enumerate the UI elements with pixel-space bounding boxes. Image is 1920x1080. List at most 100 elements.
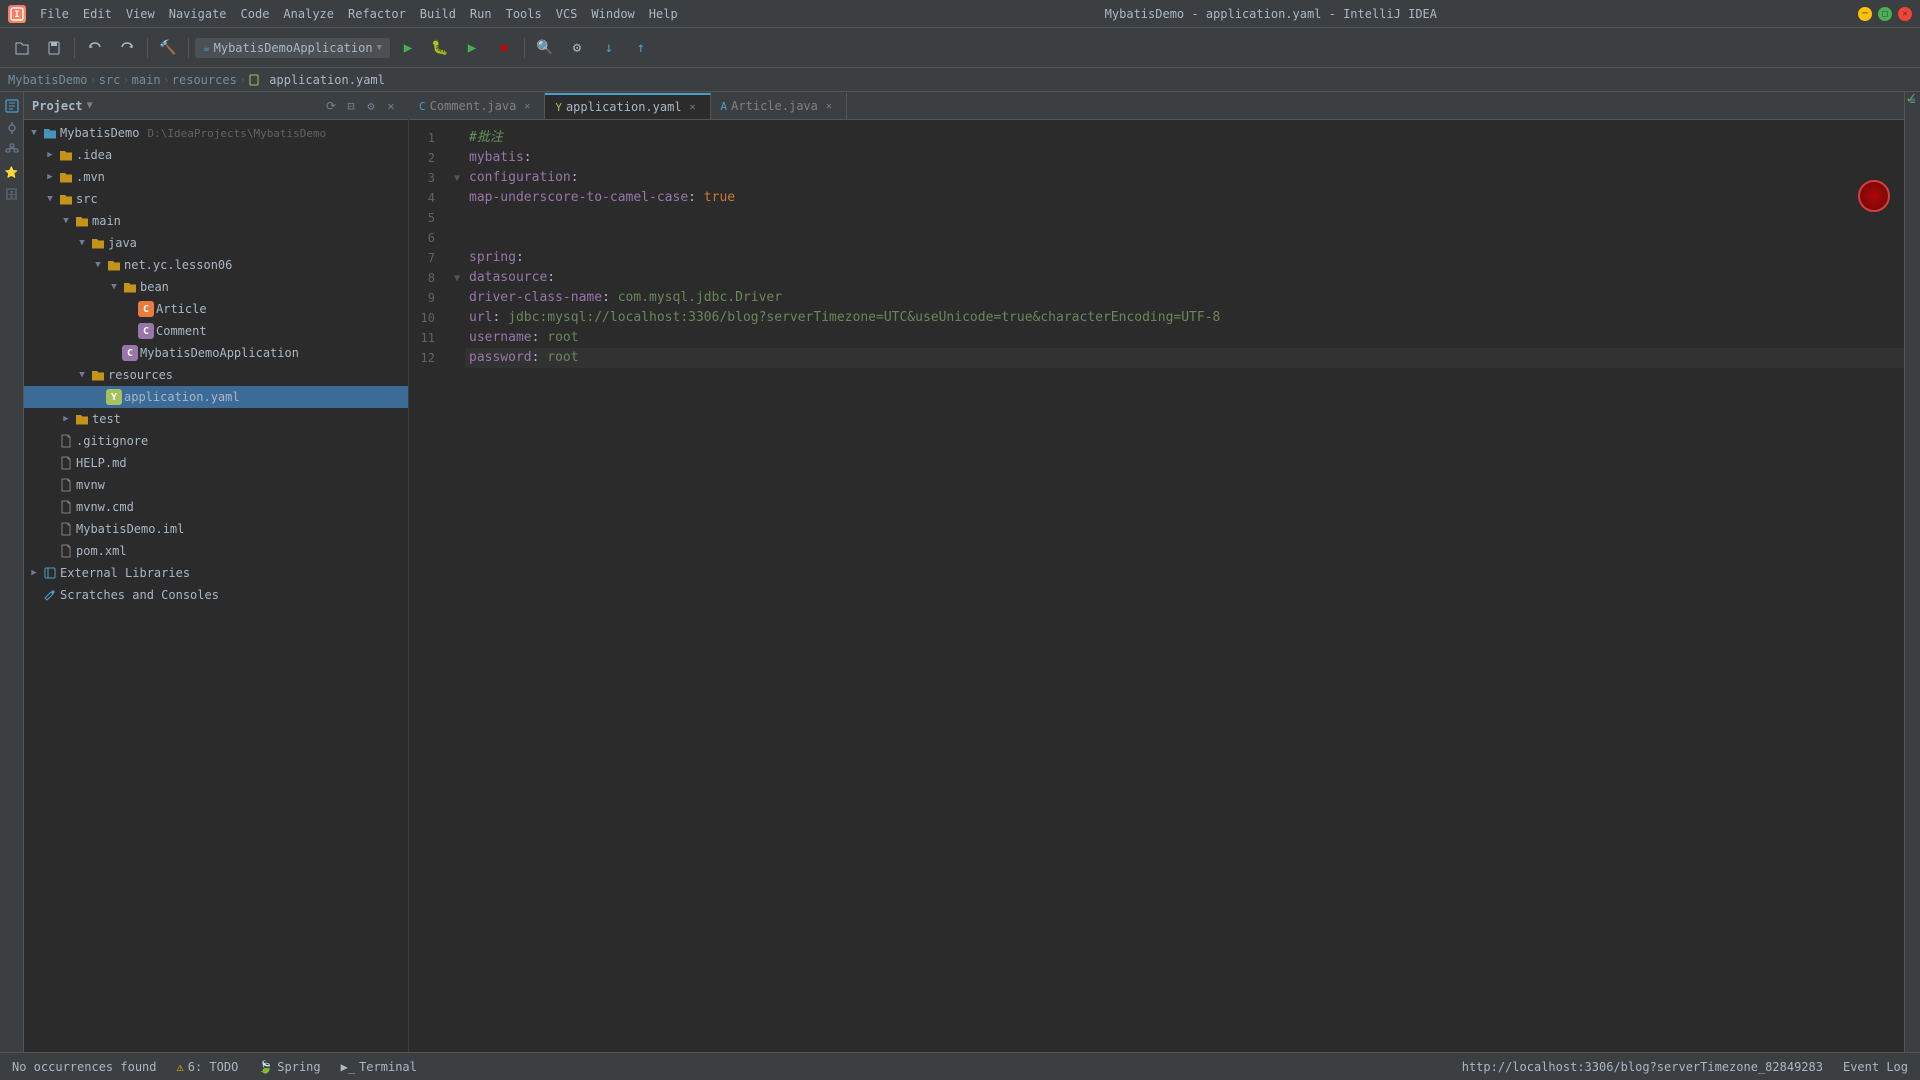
tree-item[interactable]: Scratches and Consoles [24, 584, 408, 606]
breadcrumb-main[interactable]: main [132, 73, 161, 87]
menu-edit[interactable]: Edit [77, 5, 118, 23]
todo-button[interactable]: ⚠ 6: TODO [173, 1060, 243, 1074]
vcs-push-button[interactable]: ↑ [627, 34, 655, 62]
breadcrumb-src[interactable]: src [99, 73, 121, 87]
breadcrumb-file[interactable]: application.yaml [248, 73, 385, 87]
tree-arrow: ▼ [108, 281, 120, 293]
tree-arrow: ▼ [92, 259, 104, 271]
tree-item[interactable]: ▼bean [24, 276, 408, 298]
menu-help[interactable]: Help [643, 5, 684, 23]
code-line[interactable]: driver-class-name: com.mysql.jdbc.Driver [465, 288, 1904, 308]
minimize-button[interactable]: ─ [1858, 7, 1872, 21]
sync-files-button[interactable]: ⟳ [322, 97, 340, 115]
project-tool-icon[interactable] [2, 96, 22, 116]
menu-tools[interactable]: Tools [500, 5, 548, 23]
tree-item[interactable]: HELP.md [24, 452, 408, 474]
spring-button[interactable]: 🍃 Spring [254, 1060, 324, 1074]
tab-article-java[interactable]: A Article.java ✕ [711, 93, 847, 119]
file-encoding[interactable]: http://localhost:3306/blog?serverTimezon… [1458, 1060, 1827, 1074]
menu-refactor[interactable]: Refactor [342, 5, 412, 23]
debug-button[interactable]: 🐛 [426, 34, 454, 62]
code-line[interactable] [465, 208, 1904, 228]
undo-button[interactable] [81, 34, 109, 62]
code-line[interactable] [465, 228, 1904, 248]
search-everywhere-button[interactable]: 🔍 [531, 34, 559, 62]
menu-build[interactable]: Build [414, 5, 462, 23]
tree-item[interactable]: ▼main [24, 210, 408, 232]
fold-icon[interactable]: ▼ [449, 268, 465, 288]
tree-item[interactable]: ▼src [24, 188, 408, 210]
tree-item[interactable]: ▶test [24, 408, 408, 430]
tab-yaml-close[interactable]: ✕ [686, 100, 700, 114]
build-button[interactable]: 🔨 [154, 34, 182, 62]
save-button[interactable] [40, 34, 68, 62]
code-line[interactable]: mybatis: [465, 148, 1904, 168]
database-icon[interactable]: 🗄 [2, 184, 22, 204]
menu-vcs[interactable]: VCS [550, 5, 584, 23]
vcs-update-button[interactable]: ↓ [595, 34, 623, 62]
tab-article-close[interactable]: ✕ [822, 99, 836, 113]
settings-button[interactable]: ⚙ [563, 34, 591, 62]
menu-navigate[interactable]: Navigate [163, 5, 233, 23]
warning-icon: ⚠ [177, 1060, 184, 1074]
tab-comment-close[interactable]: ✕ [520, 99, 534, 113]
menu-analyze[interactable]: Analyze [277, 5, 340, 23]
tree-item[interactable]: ▼java [24, 232, 408, 254]
tab-application-yaml[interactable]: Y application.yaml ✕ [545, 93, 710, 119]
code-line[interactable]: #批注 [465, 128, 1904, 148]
commit-icon[interactable] [2, 118, 22, 138]
run-configuration[interactable]: ☕ MybatisDemoApplication ▼ [195, 38, 390, 58]
maximize-button[interactable]: □ [1878, 7, 1892, 21]
project-settings-button[interactable]: ⚙ [362, 97, 380, 115]
code-line[interactable]: spring: [465, 248, 1904, 268]
menu-bar[interactable]: File Edit View Navigate Code Analyze Ref… [34, 5, 684, 23]
tree-item[interactable]: MybatisDemo.iml [24, 518, 408, 540]
tree-item[interactable]: CComment [24, 320, 408, 342]
menu-view[interactable]: View [120, 5, 161, 23]
tree-item[interactable]: mvnw.cmd [24, 496, 408, 518]
close-panel-button[interactable]: ✕ [382, 97, 400, 115]
tab-comment-java[interactable]: C Comment.java ✕ [409, 93, 545, 119]
run-button[interactable]: ▶ [394, 34, 422, 62]
tree-item[interactable]: ▼net.yc.lesson06 [24, 254, 408, 276]
event-log-button[interactable]: Event Log [1839, 1060, 1912, 1074]
open-file-button[interactable] [8, 34, 36, 62]
fold-icon[interactable]: ▼ [449, 168, 465, 188]
code-line[interactable]: password: root [465, 348, 1904, 368]
menu-code[interactable]: Code [235, 5, 276, 23]
stop-button[interactable]: ⏹ [490, 34, 518, 62]
collapse-all-button[interactable]: ⊟ [342, 97, 360, 115]
tree-item[interactable]: ▼resources [24, 364, 408, 386]
tree-item[interactable]: Yapplication.yaml [24, 386, 408, 408]
code-line[interactable]: username: root [465, 328, 1904, 348]
tree-item[interactable]: ▶.idea [24, 144, 408, 166]
code-line[interactable]: configuration: [465, 168, 1904, 188]
editor[interactable]: 123456789101112 ▼▼ #批注mybatis: configura… [409, 120, 1904, 1052]
tree-label: .idea [76, 148, 112, 162]
tree-item[interactable]: ▼MybatisDemoD:\IdeaProjects\MybatisDemo [24, 122, 408, 144]
tree-item[interactable]: CArticle [24, 298, 408, 320]
breadcrumb-mybatisdemo[interactable]: MybatisDemo [8, 73, 87, 87]
tree-item[interactable]: CMybatisDemoApplication [24, 342, 408, 364]
structure-icon[interactable] [2, 140, 22, 160]
code-content[interactable]: #批注mybatis: configuration: map-underscor… [465, 120, 1904, 1052]
terminal-button[interactable]: ▶_ Terminal [337, 1060, 421, 1074]
tree-item[interactable]: pom.xml [24, 540, 408, 562]
tree-item[interactable]: ▶.mvn [24, 166, 408, 188]
menu-window[interactable]: Window [585, 5, 640, 23]
tree-arrow: ▼ [28, 127, 40, 139]
favorites-icon[interactable]: ⭐ [2, 162, 22, 182]
code-line[interactable]: map-underscore-to-camel-case: true [465, 188, 1904, 208]
tree-item[interactable]: .gitignore [24, 430, 408, 452]
tree-item[interactable]: mvnw [24, 474, 408, 496]
redo-button[interactable] [113, 34, 141, 62]
code-line[interactable]: datasource: [465, 268, 1904, 288]
menu-file[interactable]: File [34, 5, 75, 23]
menu-run[interactable]: Run [464, 5, 498, 23]
coverage-button[interactable]: ▶ [458, 34, 486, 62]
code-line[interactable]: url: jdbc:mysql://localhost:3306/blog?se… [465, 308, 1904, 328]
status-bar-right: http://localhost:3306/blog?serverTimezon… [1458, 1060, 1912, 1074]
close-button[interactable]: ✕ [1898, 7, 1912, 21]
tree-item[interactable]: ▶External Libraries [24, 562, 408, 584]
breadcrumb-resources[interactable]: resources [172, 73, 237, 87]
